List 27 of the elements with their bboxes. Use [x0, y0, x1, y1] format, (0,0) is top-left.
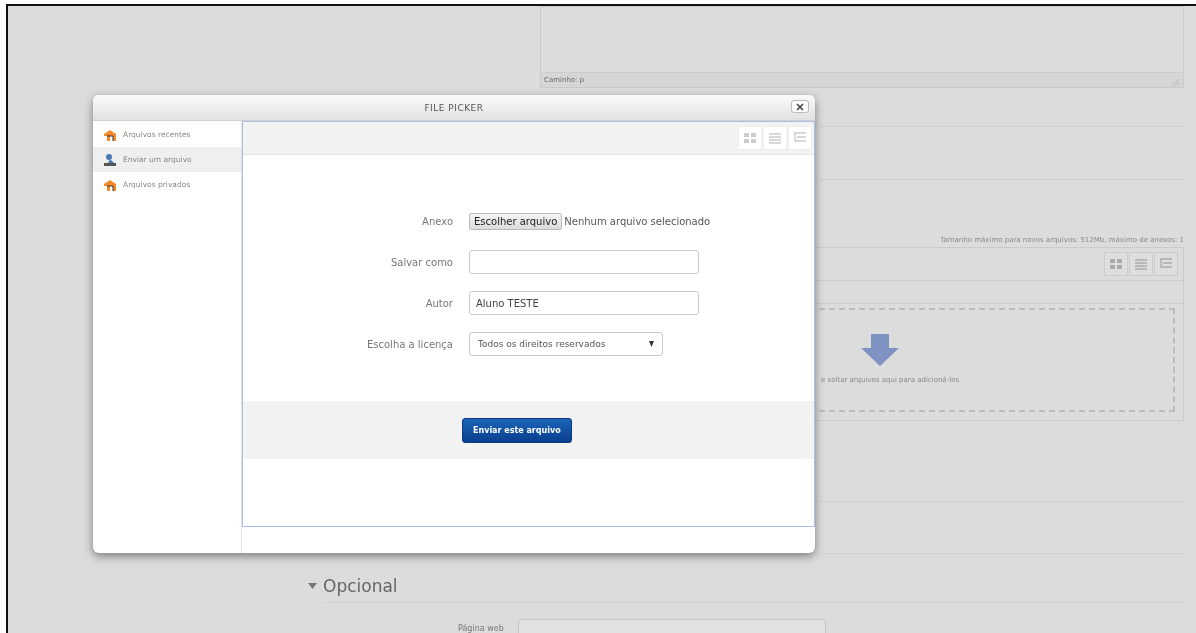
file-status: Nenhum arquivo selecionado	[564, 215, 711, 227]
caret-down-icon	[308, 583, 317, 589]
choose-file-button[interactable]: Escolher arquivo	[469, 212, 563, 230]
field-label: Escolha a licença	[365, 338, 453, 350]
save-as-field[interactable]	[469, 250, 699, 274]
home-icon	[103, 128, 117, 141]
close-icon	[796, 102, 804, 111]
upload-button[interactable]: Enviar este arquivo	[462, 417, 572, 443]
down-arrow-icon	[861, 334, 899, 366]
list-view-icon[interactable]	[1129, 252, 1153, 276]
upload-icon	[103, 153, 117, 166]
home-icon	[103, 178, 117, 191]
web-page-field[interactable]	[517, 619, 826, 633]
field-label: Anexo	[421, 215, 453, 227]
field-label: Página web	[458, 623, 504, 633]
author-field[interactable]: Aluno TESTE	[469, 291, 699, 315]
section-header[interactable]: Opcional	[308, 576, 1184, 596]
dropdown-caret-icon	[649, 341, 654, 347]
grid-view-icon[interactable]	[1104, 252, 1128, 276]
field-label: Salvar como	[389, 256, 453, 268]
section-title: Opcional	[323, 576, 398, 596]
dialog-title: FILE PICKER	[424, 102, 484, 113]
close-button[interactable]	[791, 100, 809, 113]
tree-view-icon[interactable]	[1154, 252, 1178, 276]
resize-grip-icon[interactable]	[1171, 78, 1180, 87]
field-label: Autor	[424, 297, 453, 309]
license-dropdown[interactable]: Todos os direitos reservados	[469, 332, 663, 356]
